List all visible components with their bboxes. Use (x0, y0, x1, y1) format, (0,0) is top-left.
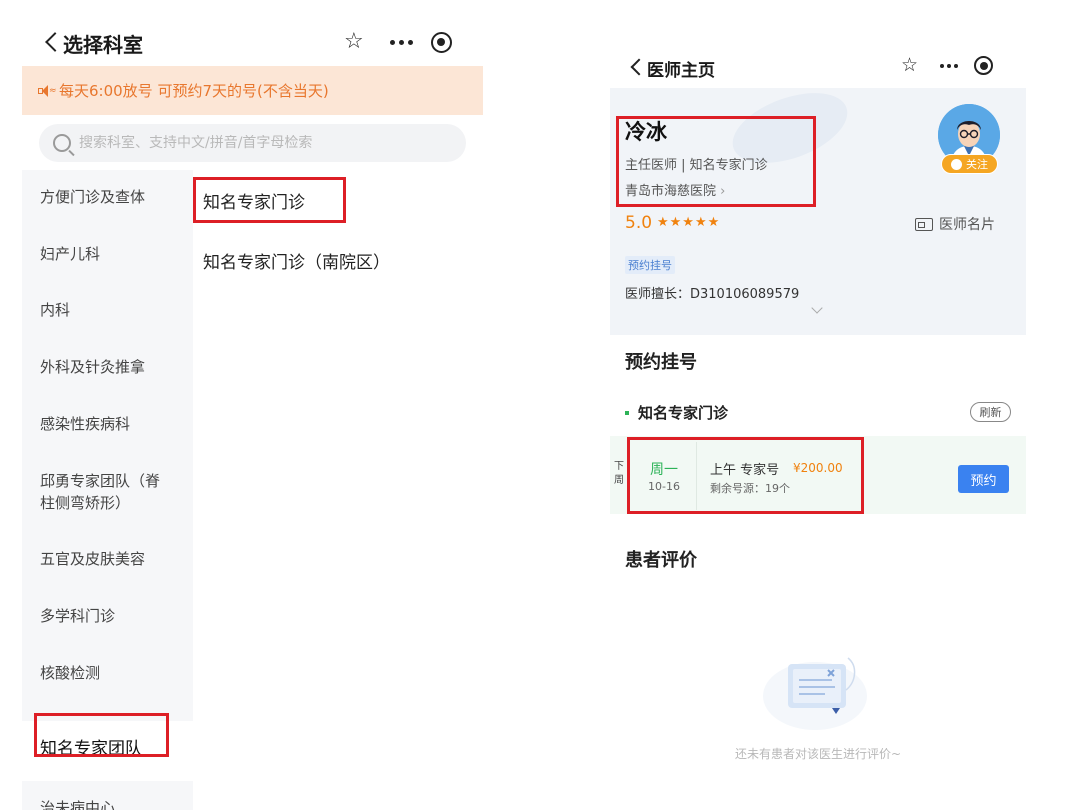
search-icon (53, 134, 71, 152)
department-item[interactable]: 核酸检测 (22, 662, 193, 684)
book-button[interactable]: 预约 (958, 465, 1009, 493)
empty-reviews-illustration (760, 642, 870, 734)
week-label: 下周 (614, 461, 624, 486)
rating-score: 5.0 (625, 213, 653, 233)
department-item[interactable]: 五官及皮肤美容 (22, 548, 193, 570)
doctor-skill: 医师擅长：D310106089579 (625, 287, 800, 302)
bullet-icon (625, 410, 629, 415)
back-icon[interactable] (630, 58, 648, 76)
doctor-card-label: 医师名片 (939, 217, 995, 233)
speaker-icon: ≈ (38, 84, 57, 98)
department-item[interactable]: 外科及针灸推拿 (22, 356, 193, 378)
rating-stars: ★★★★★ (657, 215, 721, 230)
doctor-card-button[interactable]: 医师名片 (915, 214, 995, 234)
close-miniprogram-icon[interactable] (430, 31, 452, 53)
department-item[interactable]: 妇产儿科 (22, 243, 193, 265)
crown-icon (951, 158, 962, 170)
empty-document-icon (763, 657, 867, 730)
empty-reviews-text: 还未有患者对该医生进行评价~ (734, 747, 902, 761)
back-icon[interactable] (45, 32, 65, 52)
department-item[interactable]: 内科 (22, 299, 193, 321)
page-title: 医师主页 (647, 61, 715, 81)
star-icon[interactable]: ☆ (901, 56, 918, 75)
highlight-box (193, 177, 346, 223)
more-icon[interactable] (940, 63, 959, 68)
notice-text: 每天6:00放号 可预约7天的号(不含当天) (59, 82, 329, 100)
close-miniprogram-icon[interactable] (974, 56, 994, 75)
nav-bar: 选择科室 ☆ (22, 18, 483, 66)
capsule-menu: ☆ (344, 31, 452, 53)
doctor-home-screen: 医师主页 ☆ 冷冰 主任医师 | 知名专家门诊 青岛市海慈医院 › 关注 5.0… (610, 42, 1026, 810)
department-select-screen: 选择科室 ☆ ≈ 每天6:00放号 可预约7天的号(不含当天) 方便门诊及查体 … (22, 18, 483, 810)
department-label: 知名专家门诊 (638, 404, 729, 422)
follow-label: 关注 (966, 158, 988, 171)
capsule-menu: ☆ (901, 56, 994, 75)
page-title: 选择科室 (63, 33, 143, 57)
notice-banner: ≈ 每天6:00放号 可预约7天的号(不含当天) (22, 66, 483, 115)
id-card-icon (915, 217, 933, 231)
refresh-button[interactable]: 刷新 (970, 402, 1011, 422)
department-item[interactable]: 方便门诊及查体 (22, 186, 193, 208)
follow-button[interactable]: 关注 (941, 154, 998, 174)
reviews-section-title: 患者评价 (625, 550, 697, 571)
department-item[interactable]: 邱勇专家团队（脊柱侧弯矫形） (22, 470, 193, 514)
highlight-box (616, 116, 816, 207)
department-item[interactable]: 治未病中心 (22, 797, 193, 810)
department-item[interactable]: 感染性疾病科 (22, 413, 193, 435)
nav-bar: 医师主页 ☆ (610, 42, 1026, 88)
sub-department-list: 知名专家门诊 知名专家门诊（南院区） (193, 170, 483, 810)
star-icon[interactable]: ☆ (344, 31, 364, 53)
chevron-down-icon[interactable] (811, 302, 823, 314)
search-input[interactable] (79, 135, 449, 151)
highlight-box (627, 437, 864, 514)
appointment-tag: 预约挂号 (625, 256, 675, 274)
sub-department-item[interactable]: 知名专家门诊（南院区） (203, 248, 390, 273)
department-item[interactable]: 多学科门诊 (22, 605, 193, 627)
more-icon[interactable] (389, 39, 413, 45)
appointment-section-title: 预约挂号 (625, 352, 697, 373)
appointment-department: 知名专家门诊 (625, 402, 728, 423)
search-bar[interactable] (39, 124, 466, 162)
highlight-box (34, 713, 169, 757)
